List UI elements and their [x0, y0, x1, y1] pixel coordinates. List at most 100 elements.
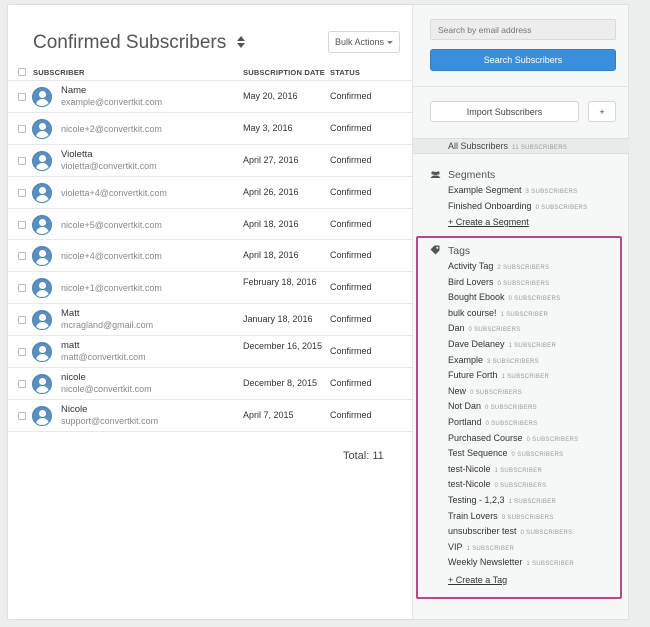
row-checkbox[interactable] [18, 411, 26, 420]
tag-item[interactable]: New 0 SUBSCRIBERS [448, 386, 522, 396]
table-row[interactable]: Name example@convertkit.com May 20, 2016 Co… [8, 81, 412, 113]
user-avatar-icon [32, 278, 52, 299]
sort-up-down-icon[interactable] [236, 35, 246, 49]
subscriber-name[interactable]: Matt [61, 308, 79, 319]
table-row[interactable]: nicole+5@convertkit.com April 18, 2016 Con… [8, 209, 412, 241]
row-checkbox[interactable] [18, 156, 26, 165]
tag-label: Weekly Newsletter [448, 557, 523, 568]
subscription-date: February 18, 2016 [243, 277, 317, 288]
tag-item[interactable]: test-Nicole 1 SUBSCRIBER [448, 464, 542, 474]
subscriber-email[interactable]: nicole@convertkit.com [61, 384, 152, 394]
bulk-actions-button[interactable]: Bulk Actions [328, 31, 400, 53]
column-header-status: STATUS [330, 68, 361, 77]
column-header-subscriber: SUBSCRIBER [33, 68, 85, 77]
tag-item[interactable]: Train Lovers 0 SUBSCRIBERS [448, 511, 554, 521]
tag-count: 0 SUBSCRIBERS [526, 436, 579, 443]
select-all-checkbox[interactable] [18, 68, 26, 76]
user-avatar-icon [32, 405, 52, 426]
tag-item[interactable]: VIP 1 SUBSCRIBER [448, 542, 514, 552]
search-input[interactable] [430, 19, 616, 40]
user-avatar-icon [32, 246, 52, 267]
tag-item[interactable]: Dave Delaney 1 SUBSCRIBER [448, 339, 556, 349]
segment-item[interactable]: Example Segment 3 SUBSCRIBERS [448, 185, 577, 195]
search-subscribers-button[interactable]: Search Subscribers [430, 49, 616, 71]
tag-item[interactable]: Test Sequence 0 SUBSCRIBERS [448, 448, 563, 458]
subscriber-name[interactable]: Violetta [61, 149, 93, 160]
tag-item[interactable]: Activity Tag 2 SUBSCRIBERS [448, 261, 549, 271]
tag-count: 0 SUBSCRIBERS [497, 280, 550, 287]
row-checkbox[interactable] [18, 348, 26, 357]
subscriber-email[interactable]: nicole+4@convertkit.com [61, 251, 162, 261]
caret-down-icon [387, 40, 394, 44]
tag-count: 0 SUBSCRIBERS [508, 296, 561, 303]
table-row[interactable]: Violetta violetta@convertkit.com April 27,… [8, 145, 412, 177]
table-row[interactable]: nicole+1@convertkit.com February 18, 2016… [8, 272, 412, 305]
subscriber-email[interactable]: violetta@convertkit.com [61, 161, 157, 171]
table-row[interactable]: nicole+4@convertkit.com April 18, 2016 Con… [8, 240, 412, 273]
tag-item[interactable]: Weekly Newsletter 1 SUBSCRIBER [448, 557, 574, 567]
tag-item[interactable]: Example 3 SUBSCRIBERS [448, 355, 539, 365]
tag-count: 0 SUBSCRIBERS [511, 452, 564, 459]
tag-item[interactable]: unsubscriber test 0 SUBSCRIBERS [448, 526, 572, 536]
status-text: Confirmed [330, 122, 372, 133]
table-row[interactable]: violetta+4@convertkit.com April 26, 2016 C… [8, 177, 412, 209]
table-row[interactable]: nicole+2@convertkit.com May 3, 2016 Confir… [8, 113, 412, 145]
tag-item[interactable]: Bird Lovers 0 SUBSCRIBERS [448, 277, 549, 287]
tag-count: 0 SUBSCRIBERS [494, 483, 547, 490]
tag-count: 1 SUBSCRIBER [526, 561, 574, 568]
subscriber-name[interactable]: Nicole [61, 404, 87, 415]
create-segment-link[interactable]: + Create a Segment [448, 217, 529, 227]
tag-item[interactable]: Dan 0 SUBSCRIBERS [448, 323, 520, 333]
add-subscriber-button[interactable]: + [588, 101, 616, 122]
subscriber-email[interactable]: mcragland@gmail.com [61, 320, 153, 330]
table-row[interactable]: matt matt@convertkit.com December 16, 2015… [8, 336, 412, 369]
subscriber-name[interactable]: nicole [61, 372, 86, 383]
segment-item[interactable]: Finished Onboarding 0 SUBSCRIBERS [448, 201, 587, 211]
subscriber-email[interactable]: nicole+2@convertkit.com [61, 124, 162, 134]
tags-title: Tags [448, 245, 471, 257]
status-text: Confirmed [330, 250, 372, 261]
all-subscribers-item[interactable]: All Subscribers 11 SUBSCRIBERS [413, 138, 629, 154]
tag-count: 1 SUBSCRIBER [466, 545, 515, 552]
tag-item[interactable]: Portland 0 SUBSCRIBERS [448, 417, 537, 427]
subscription-date: April 18, 2016 [243, 218, 299, 229]
tag-label: test-Nicole [448, 463, 491, 474]
table-row[interactable]: Nicole support@convertkit.com April 7, 201… [8, 400, 412, 432]
subscriber-email[interactable]: matt@convertkit.com [61, 352, 146, 362]
subscriber-name[interactable]: matt [61, 340, 79, 351]
table-row[interactable]: Matt mcragland@gmail.com January 18, 2016 C… [8, 304, 412, 337]
row-checkbox[interactable] [18, 252, 26, 261]
tag-count: 0 SUBSCRIBERS [485, 421, 538, 427]
subscription-date: December 16, 2015 [243, 341, 323, 352]
create-tag-link[interactable]: + Create a Tag [448, 575, 507, 585]
segment-label: Finished Onboarding [448, 201, 532, 211]
tag-item[interactable]: Testing - 1,2,3 1 SUBSCRIBER [448, 495, 556, 505]
subscriber-email[interactable]: violetta+4@convertkit.com [61, 188, 167, 198]
row-checkbox[interactable] [18, 284, 26, 293]
segment-count: 0 SUBSCRIBERS [535, 205, 588, 211]
row-checkbox[interactable] [18, 220, 26, 229]
subscriber-email[interactable]: nicole+1@convertkit.com [61, 283, 162, 293]
row-checkbox[interactable] [18, 188, 26, 197]
tag-item[interactable]: bulk course! 1 SUBSCRIBER [448, 308, 548, 318]
import-subscribers-button[interactable]: Import Subscribers [430, 101, 579, 122]
row-checkbox[interactable] [18, 124, 26, 133]
subscriber-email[interactable]: nicole+5@convertkit.com [61, 220, 162, 230]
tag-item[interactable]: test-Nicole 0 SUBSCRIBERS [448, 479, 546, 489]
tag-count: 1 SUBSCRIBER [500, 311, 549, 318]
subscriber-email[interactable]: support@convertkit.com [61, 416, 158, 426]
people-group-icon [430, 171, 441, 178]
tag-item[interactable]: Purchased Course 0 SUBSCRIBERS [448, 433, 578, 443]
tag-count: 1 SUBSCRIBER [501, 374, 550, 381]
row-checkbox[interactable] [18, 316, 26, 325]
tag-item[interactable]: Not Dan 0 SUBSCRIBERS [448, 401, 537, 411]
table-row[interactable]: nicole nicole@convertkit.com December 8, 2… [8, 368, 412, 400]
row-checkbox[interactable] [18, 93, 26, 101]
user-avatar-icon [32, 150, 52, 171]
row-checkbox[interactable] [18, 380, 26, 389]
tag-item[interactable]: Future Forth 1 SUBSCRIBER [448, 370, 549, 380]
subscriber-email[interactable]: example@convertkit.com [61, 97, 162, 107]
tag-label: unsubscriber test [448, 526, 517, 537]
tag-item[interactable]: Bought Ebook 0 SUBSCRIBERS [448, 292, 560, 302]
subscriber-name[interactable]: Name [61, 85, 86, 96]
